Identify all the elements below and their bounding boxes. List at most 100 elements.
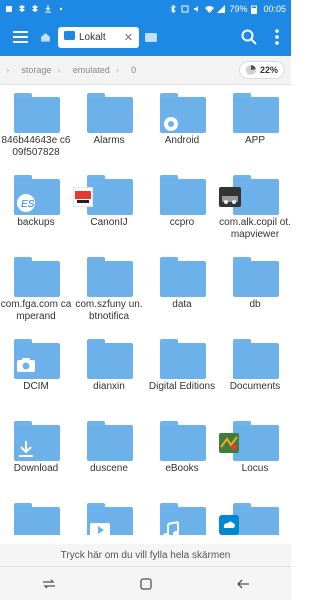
folder-label: dianxin (93, 381, 125, 392)
folder-label: CanonIJ (90, 217, 128, 228)
folder-item[interactable]: APP (219, 85, 291, 167)
copilot-app-icon (219, 187, 241, 207)
app-notification-icon (5, 5, 13, 13)
svg-text:ES: ES (21, 199, 35, 210)
folder-icon (14, 503, 60, 535)
tab-local[interactable]: Lokalt ✕ (58, 26, 139, 48)
chevron-right-icon: › (115, 64, 120, 76)
folder-icon (233, 257, 279, 297)
gear-icon (162, 115, 182, 135)
back-button[interactable] (223, 569, 263, 599)
folder-label: Digital Editions (148, 381, 216, 392)
folder-icon (14, 257, 60, 297)
folder-label: backups (17, 217, 55, 228)
chevron-right-icon: › (6, 64, 10, 76)
wifi-icon (205, 5, 215, 13)
bluetooth-icon (169, 3, 177, 15)
folder-item[interactable]: Android (146, 85, 218, 167)
folder-item[interactable]: data (146, 249, 218, 331)
status-bar: 79% 00:05 (0, 0, 291, 18)
folder-item[interactable]: Documents (219, 331, 291, 413)
folder-icon (87, 421, 133, 461)
cloud-app-icon (219, 515, 239, 535)
folder-item[interactable]: com.fga.com camperand (0, 249, 72, 331)
folder-label: com.fga.com camperand (0, 299, 72, 322)
folder-item[interactable]: DCIM (0, 331, 72, 413)
folder-icon (87, 175, 133, 215)
signal-icon (217, 5, 226, 13)
breadcrumb-item-emulated[interactable]: emulated › (73, 65, 131, 76)
folder-item[interactable]: db (219, 249, 291, 331)
breadcrumb-item-storage[interactable]: storage › (21, 65, 72, 76)
home-button[interactable] (126, 569, 166, 599)
locus-app-icon (219, 433, 239, 453)
fullscreen-hint[interactable]: Tryck här om du vill fylla hela skärmen (0, 544, 291, 566)
close-tab-icon[interactable]: ✕ (124, 31, 133, 44)
folder-icon (233, 339, 279, 379)
mute-icon (193, 5, 201, 13)
storage-usage-badge[interactable]: 22% (238, 61, 285, 79)
folder-item[interactable]: CanonIJ (72, 167, 145, 249)
folder-item[interactable]: com.alk.copil ot.mapviewer (219, 167, 291, 249)
folder-item[interactable]: dianxin (73, 331, 145, 413)
folder-label: Documents (229, 381, 281, 392)
folder-icon (87, 93, 133, 133)
folder-label: com.alk.copil ot.mapviewer (219, 217, 291, 240)
folder-label: Android (164, 135, 200, 146)
folder-label: db (249, 299, 261, 310)
folder-icon (160, 421, 206, 461)
window-tab-icon[interactable] (144, 18, 161, 56)
folder-item[interactable] (146, 495, 218, 535)
folder-icon (233, 93, 279, 133)
tab-label: Lokalt (79, 31, 106, 43)
storage-tab-icon (64, 31, 75, 43)
pie-chart-icon (245, 65, 256, 75)
breadcrumb-item-0[interactable]: 0 (131, 65, 136, 75)
download-icon (16, 439, 36, 459)
folder-item[interactable]: duscene (73, 413, 145, 495)
notification-icons (5, 5, 65, 13)
recent-apps-button[interactable] (29, 569, 69, 599)
folder-item[interactable] (73, 495, 145, 535)
folder-item[interactable]: eBooks (146, 413, 218, 495)
folder-label: DCIM (23, 381, 49, 392)
folder-label: Locus (241, 463, 269, 474)
folder-item[interactable]: ES backups (0, 167, 72, 249)
es-logo-icon: ES (16, 193, 36, 213)
clock: 00:05 (263, 4, 286, 14)
dropbox-icon (31, 5, 39, 13)
hamburger-menu-icon[interactable] (0, 18, 40, 56)
battery-icon (251, 5, 259, 14)
chevron-right-icon: › (57, 64, 61, 76)
folder-label: Alarms (93, 135, 125, 146)
folder-item[interactable]: com.szfuny un.btnotifica (73, 249, 145, 331)
folder-item[interactable] (0, 495, 72, 535)
more-notifications-icon (57, 5, 65, 13)
folder-label: ccpro (169, 217, 195, 228)
folder-icon (87, 339, 133, 379)
folder-label: data (172, 299, 192, 310)
video-icon (89, 521, 110, 535)
home-icon[interactable] (38, 18, 52, 56)
folder-label: duscene (90, 463, 128, 474)
folder-icon (14, 93, 60, 133)
folder-item[interactable]: Locus (219, 413, 291, 495)
folder-label: Download (13, 463, 59, 474)
folder-item[interactable]: 846b44643e c609f507828 (0, 85, 72, 167)
breadcrumb-start: › (0, 65, 21, 76)
folder-item[interactable]: Alarms (73, 85, 145, 167)
folder-icon (160, 175, 206, 215)
folder-icon (87, 257, 133, 297)
folder-item[interactable]: Download (0, 413, 72, 495)
folder-label: 846b44643e c609f507828 (1, 135, 71, 158)
battery-percent: 79% (229, 4, 248, 14)
folder-label: com.szfuny un.btnotifica (75, 299, 143, 322)
folder-item[interactable]: Digital Editions (146, 331, 218, 413)
navigation-bar (0, 566, 291, 600)
folder-item[interactable] (219, 495, 291, 535)
folder-grid: 846b44643e c609f507828 Alarms Android APP ES… (0, 85, 291, 535)
search-icon[interactable] (235, 18, 263, 56)
more-options-icon[interactable] (263, 18, 291, 56)
folder-label: eBooks (165, 463, 199, 474)
folder-item[interactable]: ccpro (146, 167, 218, 249)
